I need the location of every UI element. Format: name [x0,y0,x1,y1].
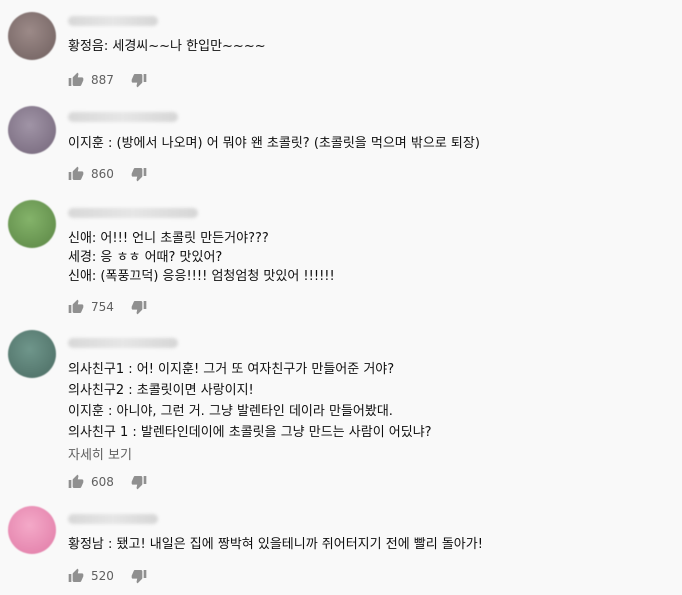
comment-actions: 608 [68,472,147,492]
comments-section: 황정음: 세경씨~~나 한입만~~~~ 887 이지훈 : (방에서 나오며) … [0,0,682,595]
like-count: 608 [91,475,114,489]
avatar[interactable] [8,506,56,554]
thumbs-down-icon[interactable] [131,568,147,584]
comment-text-line: 이지훈 : (방에서 나오며) 어 뭐야 왠 초콜릿? (초콜릿을 먹으며 밖으… [68,136,480,151]
avatar[interactable] [8,12,56,60]
author-name-blurred[interactable] [68,16,158,26]
avatar[interactable] [8,330,56,378]
comment-actions: 887 [68,70,147,90]
comment-actions: 520 [68,566,147,586]
author-name-blurred[interactable] [68,208,198,218]
comment-text-line: 신애: (폭풍끄덕) 응응!!!! 엄청엄청 맛있어 !!!!!! [68,269,335,284]
like-count: 520 [91,569,114,583]
thumbs-down-icon[interactable] [131,72,147,88]
comment-text-line: 이지훈 : 아니야, 그런 거. 그냥 발렌타인 데이라 만들어봤대. [68,404,393,419]
like-count: 887 [91,73,114,87]
read-more-link[interactable]: 자세히 보기 [68,444,132,463]
comment-text-line: 황정음: 세경씨~~나 한입만~~~~ [68,39,266,54]
thumbs-up-icon[interactable] [68,299,84,315]
thumbs-up-icon[interactable] [68,72,84,88]
comment-text-line: 황정남 : 됐고! 내일은 집에 짱박혀 있을테니까 쥐어터지기 전에 빨리 돌… [68,537,483,552]
comment-actions: 860 [68,164,147,184]
like-count: 754 [91,300,114,314]
author-name-blurred[interactable] [68,338,178,348]
comment-actions: 754 [68,297,147,317]
thumbs-down-icon[interactable] [131,474,147,490]
comment-text-line: 의사친구2 : 초콜릿이면 사랑이지! [68,383,254,398]
comment-text-line: 세경: 응 ㅎㅎ 어때? 맛있어? [68,250,223,265]
avatar[interactable] [8,106,56,154]
author-name-blurred[interactable] [68,514,158,524]
avatar[interactable] [8,200,56,248]
thumbs-down-icon[interactable] [131,299,147,315]
thumbs-up-icon[interactable] [68,166,84,182]
comment-text-line: 의사친구1 : 어! 이지훈! 그거 또 여자친구가 만들어준 거야? [68,362,395,377]
author-name-blurred[interactable] [68,112,178,122]
like-count: 860 [91,167,114,181]
comment-text-line: 의사친구 1 : 발렌타인데이에 초콜릿을 그냥 만드는 사람이 어딨냐? [68,425,432,440]
thumbs-up-icon[interactable] [68,474,84,490]
thumbs-down-icon[interactable] [131,166,147,182]
comment-text-line: 신애: 어!!! 언니 초콜릿 만든거야??? [68,231,269,246]
thumbs-up-icon[interactable] [68,568,84,584]
